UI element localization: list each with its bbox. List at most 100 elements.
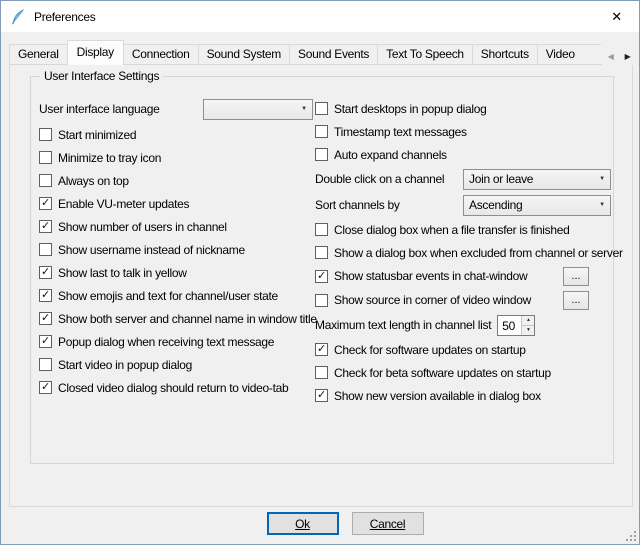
combo-sort-channels-by[interactable]: Ascending▼: [463, 195, 611, 216]
checkbox-box[interactable]: ✓: [39, 266, 52, 279]
cancel-button[interactable]: Cancel: [352, 512, 424, 535]
checkbox-box[interactable]: [315, 102, 328, 115]
checkbox-enable-vu-meter-updates[interactable]: ✓Enable VU-meter updates: [39, 192, 315, 215]
checkbox-box[interactable]: [315, 246, 328, 259]
checkbox-always-on-top[interactable]: Always on top: [39, 169, 315, 192]
checkbox-label: Show last to talk in yellow: [58, 266, 187, 280]
checkbox-popup-dialog-when-receiving-text-message[interactable]: ✓Popup dialog when receiving text messag…: [39, 330, 315, 353]
ok-button-label: Ok: [295, 517, 310, 531]
arrow-right-icon: ▶: [625, 52, 631, 61]
checkbox-box[interactable]: [315, 223, 328, 236]
checkbox-box[interactable]: ✓: [315, 389, 328, 402]
combo-label: Sort channels by: [315, 198, 463, 212]
checkbox-box[interactable]: ✓: [39, 197, 52, 210]
checkbox-box[interactable]: [39, 151, 52, 164]
checkbox-box[interactable]: ✓: [315, 343, 328, 356]
titlebar[interactable]: Preferences ✕: [1, 1, 639, 32]
spin-up-button[interactable]: ▲: [522, 316, 534, 326]
checkbox-start-desktops-in-popup-dialog[interactable]: Start desktops in popup dialog: [315, 97, 611, 120]
checkbox-show-statusbar-events-in-chat-window[interactable]: ✓ Show statusbar events in chat-window...: [315, 264, 611, 288]
language-combo[interactable]: ▼: [203, 99, 313, 120]
checkbox-label: Show a dialog box when excluded from cha…: [334, 246, 623, 260]
combo-value: Ascending: [469, 198, 596, 212]
checkbox-check-for-beta-software-updates-on-startup[interactable]: Check for beta software updates on start…: [315, 361, 611, 384]
checkbox-box[interactable]: ✓: [39, 220, 52, 233]
group-title: User Interface Settings: [40, 69, 163, 83]
checkbox-box[interactable]: [315, 125, 328, 138]
more-button-show-source-in-corner-of-video-window[interactable]: ...: [563, 291, 589, 310]
right-column: Start desktops in popup dialog Timestamp …: [315, 97, 611, 407]
checkbox-box[interactable]: ✓: [39, 289, 52, 302]
chevron-down-icon: ▼: [596, 176, 608, 182]
checkbox-box[interactable]: ✓: [315, 270, 328, 283]
checkbox-label: Show username instead of nickname: [58, 243, 245, 257]
tab-sound-system[interactable]: Sound System: [198, 44, 290, 65]
checkbox-box[interactable]: [39, 358, 52, 371]
checkbox-label: Timestamp text messages: [334, 125, 467, 139]
checkbox-box[interactable]: [39, 174, 52, 187]
checkbox-show-both-server-and-channel-name-in-window-title[interactable]: ✓Show both server and channel name in wi…: [39, 307, 315, 330]
spin-value: 50: [498, 316, 521, 335]
tab-page-display: User Interface Settings User interface l…: [9, 64, 633, 507]
checkbox-label: Show emojis and text for channel/user st…: [58, 289, 278, 303]
checkbox-label: Minimize to tray icon: [58, 151, 161, 165]
checkbox-label: Show statusbar events in chat-window: [334, 269, 527, 283]
checkbox-closed-video-dialog-should-return-to-video-tab[interactable]: ✓ Closed video dialog should return to vi…: [39, 376, 315, 399]
close-button[interactable]: ✕: [594, 1, 639, 32]
checkbox-label: Closed video dialog should return to vid…: [58, 381, 288, 395]
spinbox-maximum-text-length-in-channel-list[interactable]: 50▲▼: [497, 315, 535, 336]
tab-sound-events[interactable]: Sound Events: [289, 44, 378, 65]
checkbox-box[interactable]: [39, 243, 52, 256]
checkbox-show-new-version-available-in-dialog-box[interactable]: ✓Show new version available in dialog bo…: [315, 384, 611, 407]
combo-double-click-on-a-channel[interactable]: Join or leave▼: [463, 169, 611, 190]
tab-video[interactable]: Video: [537, 44, 601, 65]
tab-scroller: ◀ ▶: [602, 47, 636, 65]
tab-shortcuts[interactable]: Shortcuts: [472, 44, 538, 65]
checkbox-show-number-of-users-in-channel[interactable]: ✓ Show number of users in channel: [39, 215, 315, 238]
tab-text-to-speech[interactable]: Text To Speech: [377, 44, 473, 65]
checkbox-show-a-dialog-box-when-excluded-from-channel-or-server[interactable]: Show a dialog box when excluded from cha…: [315, 241, 611, 264]
checkbox-label: Start minimized: [58, 128, 136, 142]
checkbox-box[interactable]: [315, 366, 328, 379]
checkbox-start-minimized[interactable]: Start minimized: [39, 123, 315, 146]
app-icon[interactable]: [10, 9, 26, 25]
checkbox-box[interactable]: ✓: [39, 335, 52, 348]
chevron-down-icon: ▼: [298, 106, 310, 112]
ok-button[interactable]: Ok: [267, 512, 339, 535]
setting-row-double-click-on-a-channel: Double click on a channelJoin or leave▼: [315, 166, 611, 192]
checkbox-box[interactable]: ✓: [39, 381, 52, 394]
combo-label: Double click on a channel: [315, 172, 463, 186]
window-title: Preferences: [34, 10, 95, 24]
checkbox-box[interactable]: [39, 128, 52, 141]
checkbox-label: Show source in corner of video window: [334, 293, 531, 307]
checkbox-close-dialog-box-when-a-file-transfer-is-finished[interactable]: Close dialog box when a file transfer is…: [315, 218, 611, 241]
checkbox-check-for-software-updates-on-startup[interactable]: ✓ Check for software updates on startup: [315, 338, 611, 361]
checkbox-box[interactable]: [315, 294, 328, 307]
checkbox-box[interactable]: ✓: [39, 312, 52, 325]
checkbox-timestamp-text-messages[interactable]: Timestamp text messages: [315, 120, 611, 143]
spin-down-button[interactable]: ▼: [522, 326, 534, 335]
tab-scroll-left-button[interactable]: ◀: [602, 47, 619, 65]
combo-value: Join or leave: [469, 172, 596, 186]
checkbox-label: Start video in popup dialog: [58, 358, 192, 372]
checkbox-label: Check for software updates on startup: [334, 343, 526, 357]
checkbox-show-source-in-corner-of-video-window[interactable]: Show source in corner of video window...: [315, 288, 611, 312]
checkbox-box[interactable]: [315, 148, 328, 161]
checkbox-show-last-to-talk-in-yellow[interactable]: ✓ Show last to talk in yellow: [39, 261, 315, 284]
arrow-left-icon: ◀: [608, 52, 614, 61]
checkbox-minimize-to-tray-icon[interactable]: Minimize to tray icon: [39, 146, 315, 169]
tab-general[interactable]: General: [9, 44, 68, 65]
checkbox-auto-expand-channels[interactable]: Auto expand channels: [315, 143, 611, 166]
tab-scroll-right-button[interactable]: ▶: [619, 47, 636, 65]
setting-row-maximum-text-length-in-channel-list: Maximum text length in channel list50▲▼: [315, 312, 611, 338]
resize-grip[interactable]: [624, 529, 637, 542]
tab-display[interactable]: Display: [67, 40, 124, 65]
checkbox-label: Check for beta software updates on start…: [334, 366, 551, 380]
more-button-show-statusbar-events-in-chat-window[interactable]: ...: [563, 267, 589, 286]
tab-connection[interactable]: Connection: [123, 44, 199, 65]
checkbox-show-emojis-and-text-for-channel-user-state[interactable]: ✓ Show emojis and text for channel/user s…: [39, 284, 315, 307]
checkbox-label: Show number of users in channel: [58, 220, 227, 234]
checkbox-show-username-instead-of-nickname[interactable]: Show username instead of nickname: [39, 238, 315, 261]
setting-row-sort-channels-by: Sort channels byAscending▼: [315, 192, 611, 218]
checkbox-start-video-in-popup-dialog[interactable]: Start video in popup dialog: [39, 353, 315, 376]
